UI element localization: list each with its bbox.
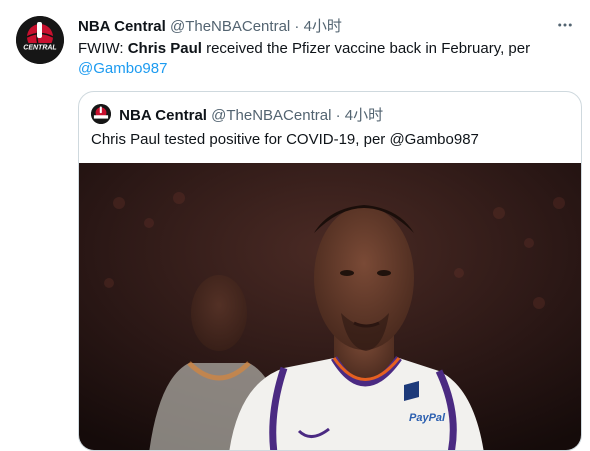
tweet-text: FWIW: Chris Paul received the Pfizer vac… — [78, 39, 568, 79]
quote-text: Chris Paul tested positive for COVID-19,… — [91, 131, 479, 148]
tweet[interactable]: CENTRAL NBA Central @TheNBACentral · 4小时… — [0, 0, 590, 451]
separator-dot: · — [294, 18, 300, 35]
tweet-time[interactable]: 4小时 — [304, 18, 342, 35]
quote-author-handle[interactable]: @TheNBACentral — [211, 107, 331, 124]
quote-separator-dot: · — [335, 107, 341, 124]
quoted-tweet[interactable]: NBA Central @TheNBACentral · 4小时 Chris P… — [78, 91, 582, 451]
nba-central-logo — [91, 104, 111, 124]
quote-avatar[interactable] — [91, 104, 111, 124]
tweet-text-rest: received the Pfizer vaccine back in Febr… — [201, 40, 531, 57]
author-name[interactable]: NBA Central — [78, 18, 166, 35]
player-photo: PayPal — [79, 163, 581, 450]
nba-central-logo: CENTRAL — [16, 16, 64, 64]
quote-header: NBA Central @TheNBACentral · 4小时 — [91, 104, 383, 126]
tweet-mention-link[interactable]: @Gambo987 — [78, 60, 167, 77]
quote-time[interactable]: 4小时 — [345, 107, 383, 124]
tweet-header: NBA Central @TheNBACentral · 4小时 — [78, 17, 550, 37]
tweet-text-prefix: FWIW: — [78, 40, 128, 57]
quote-media-photo[interactable]: PayPal — [79, 163, 581, 450]
avatar-logo-text: CENTRAL — [23, 45, 56, 52]
more-horizontal-icon — [558, 23, 572, 27]
more-options-button[interactable] — [554, 14, 576, 36]
quote-author-name[interactable]: NBA Central — [119, 107, 207, 124]
jersey-sponsor-text: PayPal — [409, 412, 446, 424]
avatar[interactable]: CENTRAL — [16, 16, 64, 64]
tweet-text-bold: Chris Paul — [127, 40, 202, 57]
author-handle[interactable]: @TheNBACentral — [170, 18, 290, 35]
